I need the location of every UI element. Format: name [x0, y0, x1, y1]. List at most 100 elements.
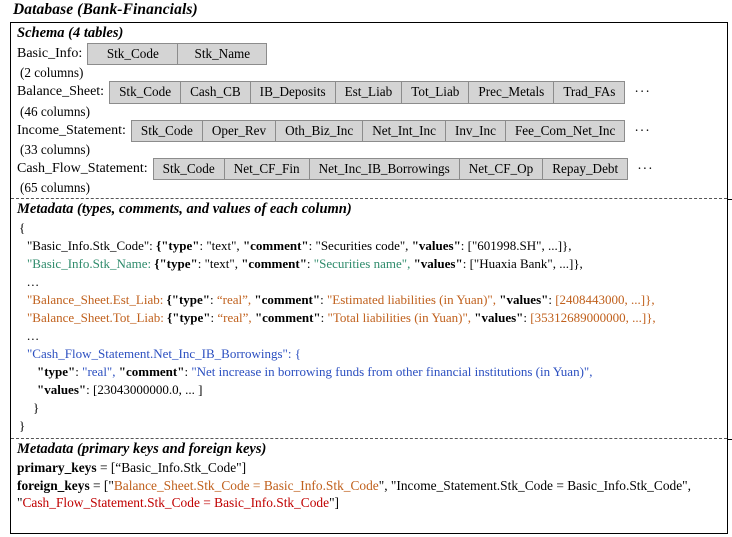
column-chip[interactable]: Stk_Code: [87, 43, 178, 66]
page-title: Database (Bank-Financials): [13, 1, 198, 18]
column-count-basic-info: (2 columns): [20, 65, 84, 81]
json-comment-value: "Estimated liabilities (in Yuan)",: [326, 291, 496, 307]
column-chip[interactable]: Stk_Code: [152, 158, 224, 181]
more-columns-ellipsis: ···: [634, 122, 651, 138]
foreign-keys-sep: ", ": [378, 477, 397, 493]
json-type-key: "type": [171, 291, 210, 307]
json-open-brace: {: [19, 219, 26, 235]
primary-keys-label: primary_keys: [17, 460, 97, 476]
json-comment-key: "comment": [254, 309, 321, 325]
json-comment-key: "comment": [241, 255, 307, 271]
column-chip[interactable]: Net_CF_Fin: [223, 158, 309, 181]
table-row: Basic_Info: Stk_Code Stk_Name: [17, 43, 727, 66]
table-name-balance-sheet: Balance_Sheet:: [17, 84, 105, 100]
column-chip[interactable]: Net_Int_Inc: [362, 119, 445, 142]
json-values-key: "values": [411, 237, 461, 253]
json-type-key: "type": [161, 237, 200, 253]
json-entry-cash-flow-net-inc-ib-values: "values": [23043000000.0, ... ]: [37, 382, 203, 398]
json-comment-value: "Total liabilities (in Yuan)",: [327, 309, 472, 325]
column-count-balance-sheet: (46 columns): [20, 103, 90, 119]
json-values-key: "values": [413, 255, 463, 271]
column-chip-group: Stk_Code Stk_Name: [87, 43, 268, 66]
column-chip[interactable]: Stk_Code: [130, 119, 202, 142]
metadata-types-heading: Metadata (types, comments, and values of…: [17, 200, 352, 217]
json-type-key: "type": [172, 309, 211, 325]
column-chip[interactable]: Tot_Liab: [401, 81, 469, 104]
column-chip[interactable]: Prec_Metals: [468, 81, 554, 104]
column-chip[interactable]: Repay_Debt: [542, 158, 629, 181]
json-type-value: “real”,: [217, 309, 252, 325]
json-comment-key: "comment": [118, 364, 185, 379]
json-values-value: [35312689000000, ...]},: [530, 309, 656, 325]
json-type-key: "type": [37, 364, 76, 379]
json-entry-balance-sheet-est-liab: "Balance_Sheet.Est_Liab: {"type": “real”…: [27, 291, 655, 307]
foreign-key-1: Balance_Sheet.Stk_Code = Basic_Info.Stk_…: [113, 477, 379, 493]
json-entry-basic-info-stk-name: "Basic_Info.Stk_Name: {"type": "text", "…: [27, 255, 583, 271]
column-chip[interactable]: Inv_Inc: [444, 119, 505, 142]
json-type-value: "text",: [206, 237, 240, 253]
column-chip[interactable]: Oper_Rev: [201, 119, 276, 142]
json-key: "Balance_Sheet.Est_Liab:: [27, 291, 164, 307]
column-chip[interactable]: Trad_FAs: [553, 81, 626, 104]
json-type-value: “real”,: [216, 291, 252, 307]
metadata-keys-section: Metadata (primary keys and foreign keys)…: [11, 439, 727, 513]
json-type-value: "text",: [204, 255, 238, 271]
column-chip[interactable]: IB_Deposits: [249, 81, 335, 104]
foreign-keys-label: foreign_keys: [17, 477, 90, 493]
table-name-income-statement: Income_Statement:: [17, 122, 126, 138]
json-entry-balance-sheet-tot-liab: "Balance_Sheet.Tot_Liab: {"type": “real”…: [27, 309, 656, 325]
column-chip[interactable]: Stk_Code: [109, 81, 181, 104]
column-chip[interactable]: Net_CF_Op: [458, 158, 543, 181]
json-comment-key: "comment": [254, 291, 321, 307]
json-key: "Balance_Sheet.Tot_Liab:: [27, 309, 164, 325]
json-key: "Basic_Info.Stk_Name:: [27, 255, 152, 271]
primary-keys-line: primary_keys = [“Basic_Info.Stk_Code"]: [17, 459, 727, 476]
column-chip-group: Stk_Code Net_CF_Fin Net_Inc_IB_Borrowing…: [152, 158, 629, 181]
column-chip-group: Stk_Code Oper_Rev Oth_Biz_Inc Net_Int_In…: [130, 119, 626, 142]
column-chip[interactable]: Net_Inc_IB_Borrowings: [308, 158, 459, 181]
json-entry-cash-flow-net-inc-ib-body: "type": "real", "comment": "Net increase…: [37, 364, 593, 379]
metadata-keys-heading: Metadata (primary keys and foreign keys): [17, 441, 267, 458]
json-comment-value: "Securities name",: [313, 255, 411, 271]
json-comment-key: "comment": [242, 237, 309, 253]
column-chip[interactable]: Stk_Name: [177, 43, 268, 66]
column-count-cash-flow-statement: (65 columns): [20, 180, 90, 196]
foreign-keys-open: = [": [89, 477, 114, 493]
more-columns-ellipsis: ···: [634, 84, 651, 100]
json-comment-value: "Securities code",: [315, 237, 409, 253]
database-schema-card: Database (Bank-Financials) Schema (4 tab…: [0, 0, 732, 537]
table-row: Income_Statement: Stk_Code Oper_Rev Oth_…: [17, 119, 727, 142]
foreign-key-2: Income_Statement.Stk_Code = Basic_Info.S…: [396, 477, 683, 493]
foreign-keys-line: foreign_keys = ["Balance_Sheet.Stk_Code …: [17, 477, 727, 512]
json-ellipsis-line: ...: [27, 273, 40, 289]
foreign-keys-close: "]: [329, 495, 340, 511]
table-row: Cash_Flow_Statement: Stk_Code Net_CF_Fin…: [17, 158, 727, 181]
json-values-value: [23043000000.0, ... ]: [92, 382, 203, 398]
column-chip[interactable]: Est_Liab: [334, 81, 402, 104]
json-values-value: ["Huaxia Bank", ...]},: [469, 255, 583, 271]
json-values-value: ["601998.SH", ...]},: [467, 237, 572, 253]
json-values-key: "values": [499, 291, 549, 307]
json-comment-value: "Net increase in borrowing funds from ot…: [191, 364, 593, 379]
json-type-key: "type": [159, 255, 198, 271]
table-name-basic-info: Basic_Info:: [17, 46, 83, 62]
json-entry-cash-flow-net-inc-ib-key: "Cash_Flow_Statement.Net_Inc_IB_Borrowin…: [27, 345, 727, 363]
column-chip[interactable]: Cash_CB: [180, 81, 250, 104]
json-values-value: [2408443000, ...]},: [555, 291, 655, 307]
table-row: Balance_Sheet: Stk_Code Cash_CB IB_Depos…: [17, 81, 727, 104]
table-name-cash-flow-statement: Cash_Flow_Statement:: [17, 161, 148, 177]
divider-tick: [727, 198, 732, 200]
metadata-types-section: Metadata (types, comments, and values of…: [11, 199, 727, 439]
column-chip-group: Stk_Code Cash_CB IB_Deposits Est_Liab To…: [109, 81, 626, 104]
schema-heading: Schema (4 tables): [17, 25, 124, 41]
column-chip[interactable]: Fee_Com_Net_Inc: [504, 119, 626, 142]
json-inner-close-brace: }: [33, 400, 40, 416]
column-chip[interactable]: Oth_Biz_Inc: [275, 119, 363, 142]
foreign-key-3: Cash_Flow_Statement.Stk_Code = Basic_Inf…: [22, 495, 330, 511]
json-ellipsis-line: ...: [27, 327, 40, 343]
column-count-income-statement: (33 columns): [20, 141, 90, 157]
divider-tick: [727, 439, 732, 441]
schema-section: Schema (4 tables) Basic_Info: Stk_Code S…: [11, 23, 727, 198]
more-columns-ellipsis: ···: [637, 161, 654, 177]
json-close-brace: }: [19, 418, 26, 434]
